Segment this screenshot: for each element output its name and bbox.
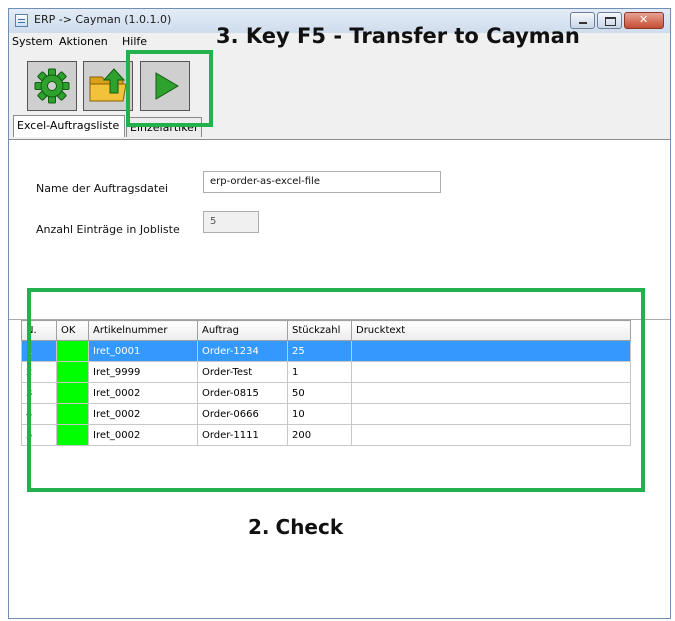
tab-strip: Excel-Auftragsliste Einzelartikel (9, 115, 670, 139)
job-count-label: Anzahl Einträge in Jobliste (36, 223, 180, 236)
transfer-caption: 3. Key F5 - Transfer to Cayman (216, 24, 580, 48)
window-title: ERP -> Cayman (1.0.1.0) (34, 13, 172, 26)
job-count-field: 5 (203, 211, 259, 233)
check-step-number: 2. (248, 515, 270, 539)
settings-button[interactable] (27, 61, 77, 111)
gear-icon (34, 68, 70, 104)
check-caption: 2. Check (248, 515, 343, 539)
close-button[interactable] (624, 12, 664, 29)
window-controls (570, 12, 664, 29)
toolbar (9, 51, 670, 121)
check-label: Check (275, 515, 344, 539)
maximize-button[interactable] (597, 12, 622, 29)
menu-hilfe[interactable]: Hilfe (122, 35, 147, 48)
tab-excel-auftragsliste[interactable]: Excel-Auftragsliste (13, 115, 125, 137)
app-icon (15, 14, 28, 27)
order-file-label: Name der Auftragsdatei (36, 182, 169, 195)
order-file-input[interactable]: erp-order-as-excel-file (203, 171, 441, 193)
transfer-button-highlight (126, 50, 213, 127)
menu-aktionen[interactable]: Aktionen (59, 35, 108, 48)
folder-upload-icon (89, 68, 127, 102)
check-grid-highlight (27, 288, 645, 492)
menu-system[interactable]: System (12, 35, 53, 48)
